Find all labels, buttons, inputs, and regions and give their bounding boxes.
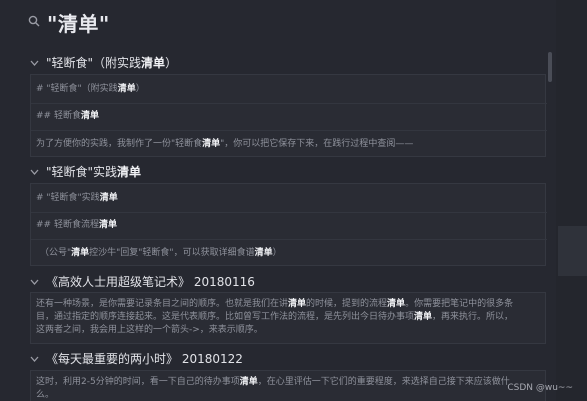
result-group[interactable]: "轻断食"（附实践清单） # "轻断食"（附实践清单） ## 轻断食清单 为了方… (0, 54, 550, 166)
side-panel-tab[interactable] (558, 226, 587, 276)
results-list: "轻断食"（附实践清单） # "轻断食"（附实践清单） ## 轻断食清单 为了方… (0, 44, 550, 401)
scrollbar-thumb[interactable] (548, 52, 552, 82)
snippet-card: # "轻断食"（附实践清单） ## 轻断食清单 为了方便你的实践，我制作了一份"… (30, 74, 547, 157)
side-panel (556, 0, 587, 401)
chevron-down-icon[interactable] (30, 169, 39, 175)
snippet-line[interactable]: ## 轻断食流程清单 (31, 212, 547, 238)
group-title: 《每天最重要的两小时》 20180122 (46, 352, 243, 366)
group-title: "轻断食"实践清单 (46, 165, 142, 179)
search-icon (28, 15, 40, 27)
snippet-line[interactable]: # "轻断食"实践清单 (31, 188, 547, 210)
snippet-line[interactable]: ## 轻断食清单 (31, 103, 547, 129)
result-group[interactable]: "轻断食"实践清单 # "轻断食"实践清单 ## 轻断食流程清单 （公号"清单控… (0, 163, 550, 273)
snippet-card: 还有一种场景，是你需要记录条目之间的顺序。也就是我们在讲清单的时候，提到的流程清… (30, 292, 546, 344)
result-group[interactable]: 《每天最重要的两小时》 20180122 这时，利用2-5分钟的时间，看一下自己… (0, 350, 550, 401)
group-header[interactable]: 《高效人士用超级笔记术》 20180116 (0, 273, 540, 291)
snippet-line[interactable]: 为了方便你的实践，我制作了一份"轻断食清单"，你可以把它保存下来，在践行过程中查… (31, 130, 547, 156)
search-results-page: "清单" "轻断食"（附实践清单） # "轻断食"（附实践清单） ## 轻断食清… (0, 0, 587, 401)
group-header[interactable]: "轻断食"（附实践清单） (0, 54, 540, 72)
group-header[interactable]: "轻断食"实践清单 (0, 163, 540, 181)
scrollbar[interactable] (548, 44, 554, 401)
group-title: 《高效人士用超级笔记术》 20180116 (46, 275, 255, 289)
search-bar[interactable]: "清单" (0, 0, 587, 40)
snippet-card: 这时，利用2-5分钟的时间，看一下自己的待办事项清单，在心里评估一下它们的重要程… (30, 370, 546, 401)
watermark: CSDN @wu~~ (507, 383, 573, 393)
result-group[interactable]: 《高效人士用超级笔记术》 20180116 还有一种场景，是你需要记录条目之间的… (0, 273, 550, 349)
search-query[interactable]: "清单" (47, 8, 110, 37)
snippet-line[interactable]: # "轻断食"（附实践清单） (31, 79, 547, 101)
chevron-down-icon[interactable] (30, 356, 39, 362)
snippet-paragraph[interactable]: 还有一种场景，是你需要记录条目之间的顺序。也就是我们在讲清单的时候，提到的流程清… (31, 298, 547, 342)
snippet-paragraph[interactable]: 这时，利用2-5分钟的时间，看一下自己的待办事项清单，在心里评估一下它们的重要程… (31, 376, 547, 401)
snippet-line[interactable]: （公号"清单控沙牛"回复"轻断食"，可以获取详细食谱清单） (31, 239, 547, 265)
group-title: "轻断食"（附实践清单） (46, 56, 178, 70)
chevron-down-icon[interactable] (30, 279, 39, 285)
snippet-card: # "轻断食"实践清单 ## 轻断食流程清单 （公号"清单控沙牛"回复"轻断食"… (30, 183, 547, 266)
group-header[interactable]: 《每天最重要的两小时》 20180122 (0, 350, 540, 368)
chevron-down-icon[interactable] (30, 60, 39, 66)
